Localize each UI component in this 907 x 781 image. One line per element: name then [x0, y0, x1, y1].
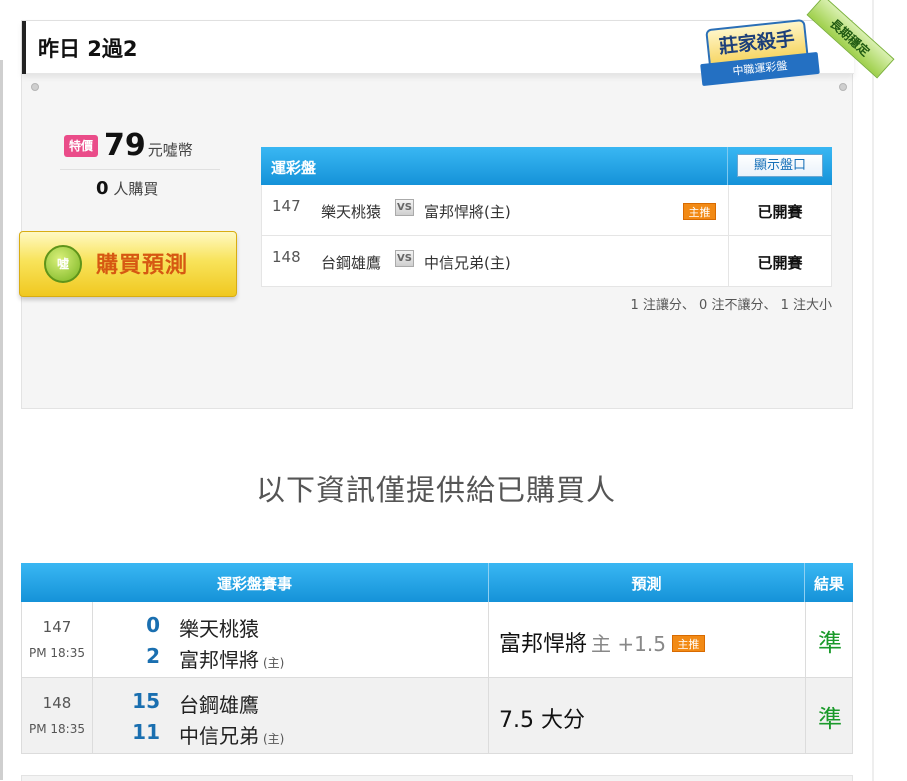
price-unit: 元噓幣 [147, 141, 193, 159]
header-divider [727, 147, 728, 185]
table-row: 148 PM 18:35 15 台鋼雄鷹 11 中信兄弟 (主) 7.5 大分 準 [21, 678, 853, 754]
pin-left-icon [31, 83, 39, 91]
prediction-cell: 富邦悍將主 +1.5 主推 [499, 626, 705, 658]
buy-prediction-label: 購買預測 [96, 253, 189, 278]
special-price-tag: 特價 [64, 135, 98, 157]
home-score: 2 [146, 644, 160, 668]
table-row: 147 PM 18:35 0 樂天桃猿 2 富邦悍將 (主) 富邦悍將主 +1.5… [21, 602, 853, 678]
game-number: 147 [272, 197, 301, 215]
price-divider [60, 169, 220, 170]
home-team-cell: 富邦悍將 (主) [179, 644, 284, 673]
prediction-pick: 7.5 大分 [499, 708, 585, 733]
page-right-rule [872, 0, 874, 781]
game-time: PM 18:35 [29, 646, 85, 660]
game-number: 148 [272, 248, 301, 266]
price-amount: 79 [104, 128, 146, 163]
header-prediction: 預測 [631, 575, 662, 593]
column-divider [488, 602, 489, 677]
home-team: 富邦悍將(主) [424, 203, 511, 221]
column-divider [92, 678, 93, 753]
result-hit: 準 [818, 705, 842, 733]
buyer-count-number: 0 [96, 178, 109, 199]
odds-table: 運彩盤 顯示盤口 147 樂天桃猿 VS 富邦悍將(主) 主推 已開賽 148 … [261, 147, 832, 287]
results-table-header: 運彩盤賽事 預測 結果 [21, 563, 853, 602]
column-divider [805, 602, 806, 677]
column-divider [488, 678, 489, 753]
price-row: 特價 79 元噓幣 [64, 128, 193, 163]
bet-summary-note: 1 注讓分、 0 注不讓分、 1 注大小 [630, 298, 832, 313]
away-team: 台鋼雄鷹 [321, 254, 382, 272]
prediction-handicap: 主 +1.5 [591, 632, 666, 656]
header-match: 運彩盤賽事 [216, 575, 292, 593]
header-accent-bar [22, 21, 26, 74]
home-score: 11 [132, 720, 160, 744]
game-status: 已開賽 [757, 254, 803, 272]
home-team: 中信兄弟(主) [424, 254, 511, 272]
away-score: 0 [146, 613, 160, 637]
away-team: 樂天桃猿 [179, 617, 259, 641]
coin-icon: 噓 [44, 245, 82, 283]
odds-row: 147 樂天桃猿 VS 富邦悍將(主) 主推 已開賽 [261, 185, 832, 236]
badge-corner-text: 長期穩定 [806, 0, 895, 79]
column-divider [805, 678, 806, 753]
next-card-top [21, 775, 853, 781]
show-odds-button[interactable]: 顯示盤口 [737, 154, 823, 177]
buy-prediction-button[interactable]: 噓 購買預測 [19, 231, 237, 297]
vs-icon: VS [395, 199, 414, 216]
purchasers-only-notice: 以下資訊僅提供給已購買人 [255, 473, 616, 507]
host-mark: (主) [263, 656, 285, 670]
odds-table-title: 運彩盤 [271, 159, 317, 177]
home-team: 富邦悍將 [179, 648, 259, 672]
game-status: 已開賽 [757, 203, 803, 221]
prediction-pick: 富邦悍將 [499, 632, 588, 657]
column-divider [92, 602, 93, 677]
main-pick-badge: 主推 [683, 203, 716, 220]
away-team: 台鋼雄鷹 [179, 693, 259, 717]
odds-table-header: 運彩盤 顯示盤口 [261, 147, 832, 185]
main-pick-badge: 主推 [671, 635, 705, 652]
game-time: PM 18:35 [29, 722, 85, 736]
result-hit: 準 [818, 629, 842, 657]
game-number: 147 [42, 618, 72, 636]
banker-killer-badge: 莊家殺手 中職運彩盤 長期穩定 [695, 0, 895, 106]
buyer-count: 0 人購買 [96, 178, 158, 199]
host-mark: (主) [263, 732, 285, 746]
away-team: 樂天桃猿 [321, 203, 382, 221]
odds-row: 148 台鋼雄鷹 VS 中信兄弟(主) 已開賽 [261, 236, 832, 287]
card-title: 昨日 2過2 [38, 37, 138, 61]
buyer-count-label: 人購買 [113, 180, 159, 198]
home-team: 中信兄弟 [179, 724, 259, 748]
page-left-edge [0, 60, 3, 780]
vs-icon: VS [395, 250, 414, 267]
game-number: 148 [42, 694, 72, 712]
prediction-cell: 7.5 大分 [499, 702, 585, 734]
header-result: 結果 [813, 575, 844, 593]
away-score: 15 [132, 689, 160, 713]
home-team-cell: 中信兄弟 (主) [179, 720, 284, 749]
results-table: 運彩盤賽事 預測 結果 147 PM 18:35 0 樂天桃猿 2 富邦悍將 (主… [21, 563, 853, 754]
